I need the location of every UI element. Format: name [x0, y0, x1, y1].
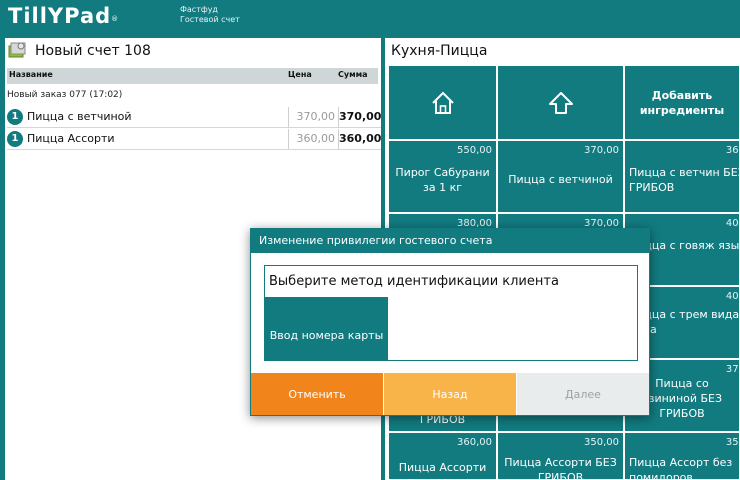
bill-type-label: Гостевой счет — [180, 15, 240, 24]
item-sum: 370,00 — [338, 107, 383, 127]
bill-title: Новый счет 108 — [35, 43, 151, 59]
dialog-prompt: Выберите метод идентификации клиента — [269, 274, 559, 289]
tile-name: Пирог Сабурани за 1 кг — [395, 166, 490, 194]
item-price: 360,00 — [288, 129, 338, 149]
menu-item-tile[interactable]: 550,00 Пирог Сабурани за 1 кг — [389, 141, 497, 213]
tile-price: 370,00 — [584, 145, 619, 156]
next-button[interactable]: Далее — [517, 373, 649, 415]
column-name: Название — [9, 70, 53, 79]
tile-price: 360,00 — [457, 437, 492, 448]
tile-price: 370 — [725, 364, 739, 375]
item-name: Пицца с ветчиной — [27, 110, 132, 123]
add-ingredients-label: Добавить ингредиенты — [639, 89, 725, 117]
bill-icon — [8, 42, 26, 58]
column-sum: Сумма — [338, 70, 368, 79]
menu-category-title: Кухня-Пицца — [391, 43, 488, 59]
home-icon — [431, 91, 454, 114]
up-arrow-icon — [548, 91, 573, 114]
mode-label: Фастфуд — [180, 5, 218, 14]
card-number-button[interactable]: Ввод номера карты — [265, 297, 388, 360]
add-ingredients-button[interactable]: Добавить ингредиенты — [625, 66, 740, 140]
quantity-badge: 1 — [7, 109, 23, 125]
tile-name: Пицца Ассорти — [398, 461, 487, 474]
privilege-dialog: Изменение привилегии гостевого счета Выб… — [250, 228, 650, 416]
cancel-button[interactable]: Отменить — [251, 373, 383, 415]
quantity-badge: 1 — [7, 131, 23, 147]
bill-column-header: Название Цена Сумма — [7, 68, 378, 84]
tile-price: 350 — [725, 437, 739, 448]
menu-item-tile[interactable]: 360,00 Пицца Ассорти — [389, 433, 497, 480]
tile-name: Пицца с ветчин БЕЗ ГРИБОВ — [629, 166, 740, 194]
tile-name: Пицца с ветчиной — [508, 173, 613, 186]
menu-item-tile[interactable]: 370,00 Пицца с ветчиной — [498, 141, 624, 213]
mode-info: Фастфуд Гостевой счет — [180, 5, 240, 25]
home-button[interactable] — [389, 66, 497, 140]
menu-item-tile[interactable]: 360 Пицца с ветчин БЕЗ ГРИБОВ — [625, 141, 740, 213]
tile-price: 550,00 — [457, 145, 492, 156]
item-name: Пицца Ассорти — [27, 132, 115, 145]
item-price: 370,00 — [288, 107, 338, 127]
row-divider — [7, 127, 381, 128]
item-sum: 360,00 — [338, 129, 383, 149]
order-header[interactable]: Новый заказ 077 (17:02) — [7, 90, 122, 100]
up-level-button[interactable] — [498, 66, 624, 140]
column-price: Цена — [288, 70, 312, 79]
bill-header: Новый счет 108 — [5, 38, 381, 66]
tile-price: 400 — [725, 218, 739, 229]
tile-name: Пицца Ассорти БЕЗ ГРИБОВ — [504, 456, 617, 480]
tile-name: Пицца Ассорт без помидоров — [629, 456, 733, 480]
tile-price: 400 — [725, 291, 739, 302]
menu-item-tile[interactable]: 350 Пицца Ассорт без помидоров — [625, 433, 740, 480]
bill-row[interactable]: 1 Пицца Ассорти 360,00 360,00 — [7, 129, 381, 149]
dialog-actions: Отменить Назад Далее — [251, 373, 649, 415]
app-logo: TillYPad® — [8, 4, 120, 28]
top-bar: TillYPad® Фастфуд Гостевой счет — [0, 0, 740, 32]
row-divider — [7, 149, 381, 150]
back-button[interactable]: Назад — [384, 373, 516, 415]
bill-row[interactable]: 1 Пицца с ветчиной 370,00 370,00 — [7, 107, 381, 127]
menu-item-tile[interactable]: 350,00 Пицца Ассорти БЕЗ ГРИБОВ — [498, 433, 624, 480]
tile-price: 350,00 — [584, 437, 619, 448]
identification-method-box: Выберите метод идентификации клиента Вво… — [264, 265, 638, 361]
tile-price: 360 — [725, 145, 739, 156]
dialog-title: Изменение привилегии гостевого счета — [251, 229, 649, 253]
